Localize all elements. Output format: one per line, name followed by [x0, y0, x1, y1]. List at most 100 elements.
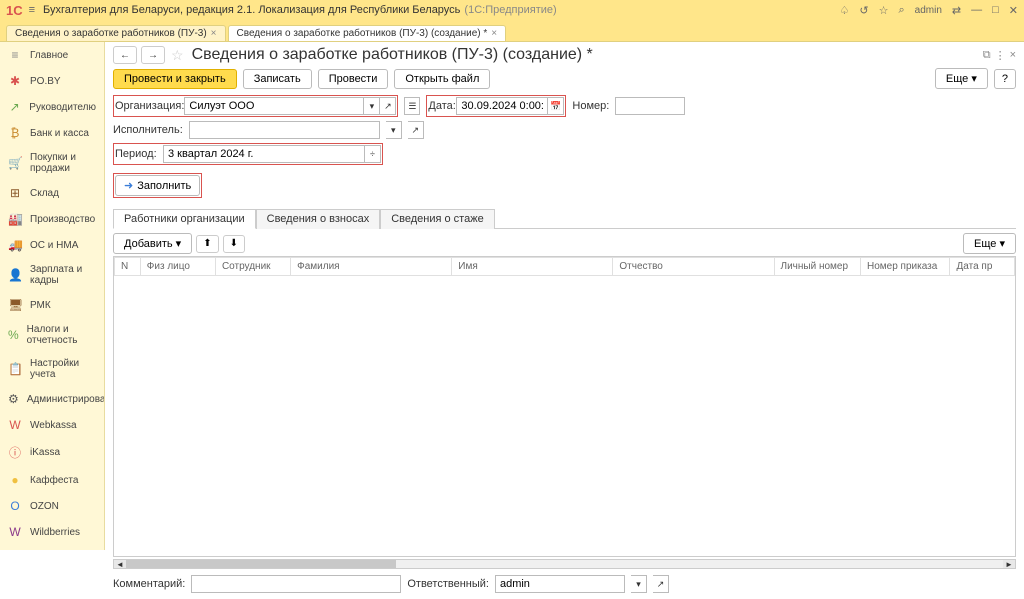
close-tab-icon[interactable]: ×: [211, 28, 217, 39]
sidebar-label: ОС и НМА: [30, 240, 78, 251]
table-more-button[interactable]: Еще ▾: [963, 233, 1016, 254]
h-scrollbar[interactable]: ◄ ►: [113, 559, 1016, 569]
open-ref-icon[interactable]: ↗: [653, 575, 669, 593]
dropdown-icon[interactable]: ▾: [386, 121, 402, 139]
executor-field[interactable]: [189, 121, 380, 139]
sidebar-item-15[interactable]: ●Каффеста: [0, 467, 104, 493]
comment-field[interactable]: [191, 575, 401, 593]
tab-employees[interactable]: Работники организации: [113, 209, 256, 229]
minimize-icon[interactable]: —: [971, 4, 982, 16]
doc-tab-0[interactable]: Сведения о заработке работников (ПУ-3) ×: [6, 25, 226, 41]
number-label: Номер:: [572, 100, 609, 112]
col-header[interactable]: N: [115, 258, 141, 276]
responsible-field[interactable]: [495, 575, 625, 593]
save-button[interactable]: Записать: [243, 69, 312, 89]
list-icon[interactable]: ☰: [404, 97, 420, 115]
open-ref-icon[interactable]: ↗: [380, 97, 396, 115]
sidebar-item-11[interactable]: 📋 Настройки учета: [0, 352, 104, 386]
scroll-left-icon[interactable]: ◄: [114, 560, 126, 568]
close-icon[interactable]: ✕: [1009, 4, 1018, 17]
arrow-right-icon: ➜: [124, 179, 133, 192]
search-icon[interactable]: ⌕: [898, 4, 904, 17]
sidebar-item-13[interactable]: WWebkassa: [0, 412, 104, 438]
tab-experience[interactable]: Сведения о стаже: [380, 209, 495, 229]
col-header[interactable]: Отчество: [613, 258, 774, 276]
sidebar-item-7[interactable]: 🚚 ОС и НМА: [0, 232, 104, 258]
close-panel-icon[interactable]: ×: [1010, 49, 1016, 62]
col-header[interactable]: Номер приказа: [861, 258, 950, 276]
sidebar-icon: 🖥: [8, 298, 22, 312]
stepper-icon[interactable]: ÷: [365, 145, 381, 163]
period-label: Период:: [115, 148, 163, 160]
calendar-icon[interactable]: 📅: [548, 97, 564, 115]
open-ref-icon[interactable]: ↗: [408, 121, 424, 139]
sidebar-item-0[interactable]: ≡Главное: [0, 42, 104, 68]
period-field[interactable]: [163, 145, 365, 163]
sidebar-item-3[interactable]: ₿Банк и касса: [0, 120, 104, 146]
kebab-icon[interactable]: ⋮: [995, 49, 1006, 62]
back-button[interactable]: ←: [113, 46, 137, 64]
sidebar-icon: W: [8, 418, 22, 432]
post-and-close-button[interactable]: Провести и закрыть: [113, 69, 237, 89]
history-icon[interactable]: ↺: [859, 4, 868, 17]
sidebar-item-14[interactable]: ⓘiKassa: [0, 438, 104, 467]
sidebar-item-2[interactable]: ↗Руководителю: [0, 94, 104, 120]
col-header[interactable]: Фамилия: [291, 258, 452, 276]
sidebar-item-10[interactable]: % Налоги и отчетность: [0, 318, 104, 352]
more-button[interactable]: Еще ▾: [935, 68, 988, 89]
close-tab-icon[interactable]: ×: [491, 28, 497, 39]
date-field[interactable]: [456, 97, 548, 115]
move-down-button[interactable]: ⬇: [223, 235, 245, 253]
open-file-button[interactable]: Открыть файл: [394, 69, 490, 89]
sidebar-icon: ⓘ: [8, 444, 22, 461]
sidebar-icon: O: [8, 499, 22, 513]
sidebar-item-8[interactable]: 👤Зарплата и кадры: [0, 258, 104, 292]
sidebar-icon: ⊞: [8, 186, 22, 200]
hamburger-icon[interactable]: ≡: [29, 4, 35, 16]
sidebar-label: Настройки учета: [30, 358, 96, 380]
forward-button[interactable]: →: [141, 46, 165, 64]
sidebar-icon: 👤: [8, 268, 22, 282]
sidebar-icon: W: [8, 525, 22, 539]
col-header[interactable]: Дата пр: [950, 258, 1015, 276]
help-button[interactable]: ?: [994, 69, 1016, 89]
doc-tab-1[interactable]: Сведения о заработке работников (ПУ-3) (…: [228, 25, 507, 41]
sidebar-item-1[interactable]: ✱PO.BY: [0, 68, 104, 94]
user-label[interactable]: admin: [915, 5, 942, 16]
sidebar-label: Каффеста: [30, 475, 78, 486]
sidebar-item-5[interactable]: ⊞Склад: [0, 180, 104, 206]
org-field[interactable]: [184, 97, 364, 115]
sidebar-item-4[interactable]: 🛒Покупки и продажи: [0, 146, 104, 180]
col-header[interactable]: Имя: [452, 258, 613, 276]
dropdown-icon[interactable]: ▾: [364, 97, 380, 115]
sidebar-item-16[interactable]: OOZON: [0, 493, 104, 519]
sidebar-item-17[interactable]: WWildberries: [0, 519, 104, 545]
sidebar-icon: %: [8, 328, 19, 342]
col-header[interactable]: Физ лицо: [140, 258, 215, 276]
add-row-button[interactable]: Добавить ▾: [113, 233, 192, 254]
bell-icon[interactable]: ♤: [840, 4, 850, 17]
sidebar-item-9[interactable]: 🖥РМК: [0, 292, 104, 318]
dropdown-icon[interactable]: ▾: [631, 575, 647, 593]
sidebar-icon: 📋: [8, 362, 22, 376]
sidebar-label: Налоги и отчетность: [27, 324, 96, 346]
star-icon[interactable]: ☆: [879, 4, 889, 17]
col-header[interactable]: Личный номер: [774, 258, 860, 276]
sidebar-icon: 🛒: [8, 156, 22, 170]
tab-contributions[interactable]: Сведения о взносах: [256, 209, 381, 229]
sidebar-item-12[interactable]: ⚙Администрирование: [0, 386, 104, 412]
responsible-label: Ответственный:: [407, 578, 489, 590]
col-header[interactable]: Сотрудник: [215, 258, 290, 276]
sidebar-item-6[interactable]: 🏭Производство: [0, 206, 104, 232]
sidebar-icon: 🚚: [8, 238, 22, 252]
number-field[interactable]: [615, 97, 685, 115]
link-icon[interactable]: ⧉: [983, 49, 991, 62]
scroll-right-icon[interactable]: ►: [1003, 560, 1015, 568]
fill-button[interactable]: ➜ Заполнить: [115, 175, 200, 196]
maximize-icon[interactable]: □: [992, 4, 999, 16]
sidebar-label: PO.BY: [30, 76, 61, 87]
favorite-icon[interactable]: ☆: [171, 47, 184, 64]
move-up-button[interactable]: ⬆: [196, 235, 218, 253]
post-button[interactable]: Провести: [318, 69, 389, 89]
settings-icon[interactable]: ⇄: [952, 4, 961, 17]
